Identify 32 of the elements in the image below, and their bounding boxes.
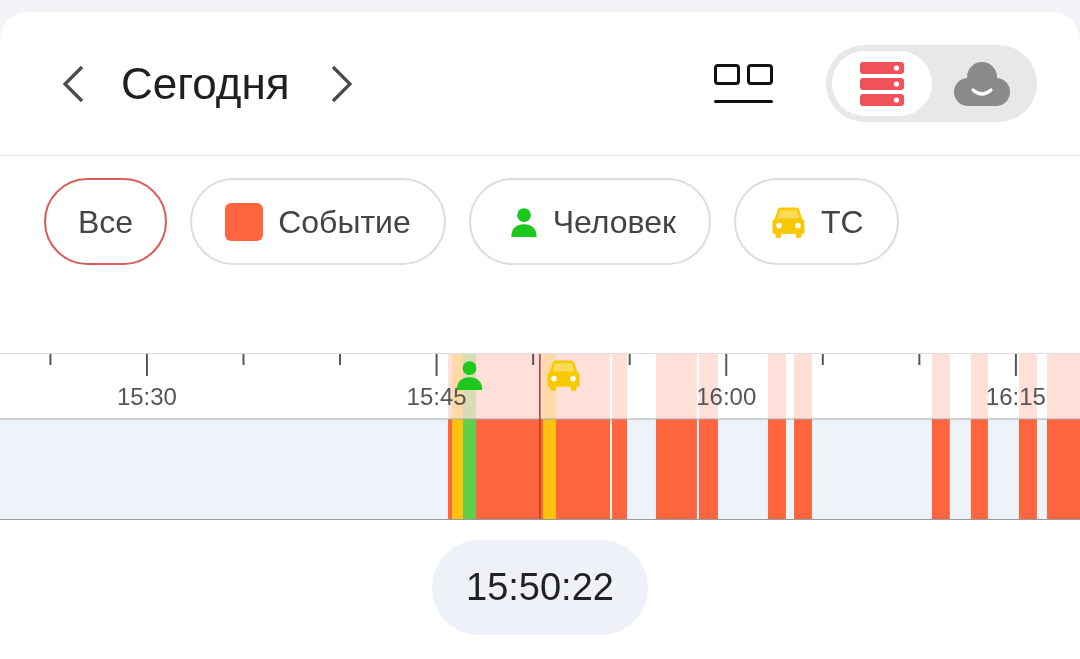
time-label: 15:45 [406,383,467,410]
date-title: Сегодня [121,61,290,106]
major-tick [725,353,728,377]
minor-tick [532,353,535,366]
time-label: 16:00 [696,383,757,410]
minor-tick [821,353,824,366]
minor-tick [242,353,245,366]
current-time: 15:50:22 [432,540,648,635]
major-tick [1014,353,1017,377]
toggle-option[interactable] [832,51,932,116]
chevron-right-icon [329,64,354,103]
filter-chip[interactable]: Все [44,178,168,265]
minor-tick [628,353,631,366]
time-label: 16:15 [985,383,1046,410]
time-label: 15:30 [116,383,177,410]
layout-button[interactable] [714,63,773,104]
person-icon[interactable] [456,361,483,390]
minor-tick [49,353,52,366]
server-icon [860,61,904,106]
minor-tick [339,353,342,366]
major-tick [435,353,438,377]
filter-chip[interactable]: Человек [468,178,712,265]
major-tick [145,353,148,377]
cloud-icon [953,61,1010,106]
filter-chip[interactable]: Событие [190,178,446,265]
previous-button[interactable] [61,64,85,103]
chevron-left-icon [61,64,85,103]
layout-icon [714,63,773,104]
minor-tick [918,353,921,366]
next-button[interactable] [329,64,354,103]
filter-chip[interactable]: ТС [734,178,899,265]
car-icon[interactable] [547,360,580,391]
